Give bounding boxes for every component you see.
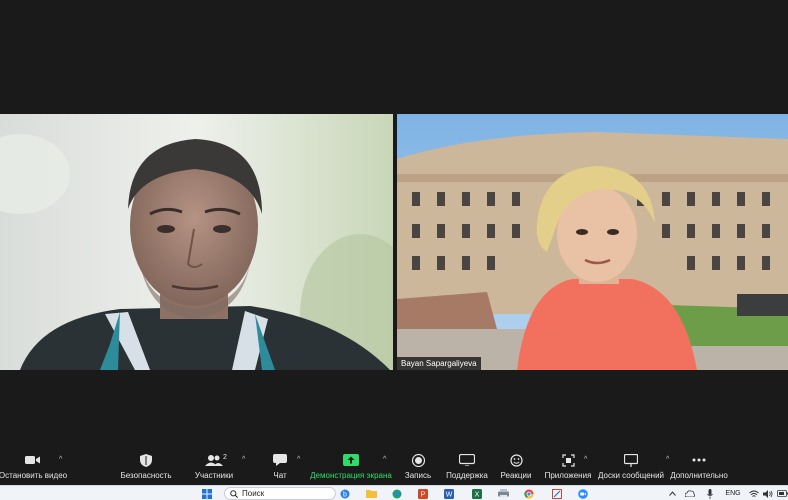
- volume-icon[interactable]: [762, 487, 774, 500]
- video-tile-participant-1[interactable]: [0, 114, 393, 370]
- bing-icon[interactable]: b: [338, 487, 352, 500]
- powerpoint-icon[interactable]: P: [416, 487, 430, 500]
- participants-button[interactable]: Участники: [192, 450, 236, 485]
- chevron-up-icon[interactable]: ^: [242, 456, 245, 463]
- chevron-up-icon[interactable]: [667, 487, 677, 500]
- zoom-meeting-window: Bayan Sapargaliyeva Остановить видео ^ Б…: [0, 0, 788, 500]
- svg-text:W: W: [446, 491, 453, 498]
- chevron-up-icon[interactable]: ^: [666, 456, 669, 463]
- svg-text:X: X: [475, 491, 480, 498]
- chevron-up-icon[interactable]: ^: [297, 456, 300, 463]
- participant-count-badge: 2: [223, 454, 227, 461]
- wifi-icon[interactable]: [748, 487, 760, 500]
- participants-icon: [205, 450, 223, 470]
- windows-taskbar: Поиск b P W X ENG: [0, 485, 788, 500]
- cloud-icon[interactable]: [684, 487, 696, 500]
- more-dots-icon: [692, 450, 706, 470]
- word-icon[interactable]: W: [442, 487, 456, 500]
- snipping-tool-icon[interactable]: [550, 487, 564, 500]
- chat-button[interactable]: Чат: [270, 450, 290, 485]
- whiteboards-button[interactable]: Доски сообщений: [598, 450, 664, 485]
- zoom-app-icon[interactable]: [576, 487, 590, 500]
- search-placeholder: Поиск: [242, 489, 265, 498]
- chrome-icon[interactable]: [522, 487, 536, 500]
- battery-icon[interactable]: [776, 487, 788, 500]
- participant-1-video: [0, 114, 393, 370]
- stop-video-button[interactable]: Остановить видео: [0, 450, 67, 485]
- share-screen-icon: [343, 450, 359, 470]
- keyboard-language-indicator[interactable]: ENG: [722, 487, 744, 500]
- microphone-icon[interactable]: [704, 487, 716, 500]
- chat-icon: [273, 450, 287, 470]
- emoji-icon: [509, 450, 523, 470]
- meeting-toolbar: Остановить видео ^ Безопасность Участник…: [0, 450, 788, 485]
- file-explorer-icon[interactable]: [364, 487, 378, 500]
- video-tile-participant-2[interactable]: Bayan Sapargaliyeva: [397, 114, 788, 370]
- support-button[interactable]: Поддержка: [446, 450, 488, 485]
- search-icon: [230, 489, 238, 498]
- windows-start-icon[interactable]: [200, 487, 214, 500]
- svg-text:b: b: [343, 491, 347, 498]
- shield-icon: [140, 450, 152, 470]
- more-button[interactable]: Дополнительно: [670, 450, 728, 485]
- whiteboard-icon: [624, 450, 638, 470]
- support-icon: [459, 450, 475, 470]
- video-camera-icon: [25, 450, 41, 470]
- edge-icon[interactable]: [390, 487, 404, 500]
- excel-icon[interactable]: X: [470, 487, 484, 500]
- taskbar-search-input[interactable]: Поиск: [224, 487, 336, 500]
- apps-icon: [561, 450, 575, 470]
- printer-icon[interactable]: [496, 487, 510, 500]
- chevron-up-icon[interactable]: ^: [383, 456, 386, 463]
- security-button[interactable]: Безопасность: [120, 450, 172, 485]
- svg-text:P: P: [421, 491, 426, 498]
- participant-2-video: [397, 114, 788, 370]
- reactions-button[interactable]: Реакции: [500, 450, 532, 485]
- chevron-up-icon[interactable]: ^: [584, 456, 587, 463]
- share-screen-button[interactable]: Демонстрация экрана: [310, 450, 392, 485]
- chevron-up-icon[interactable]: ^: [59, 456, 62, 463]
- record-icon: [411, 450, 425, 470]
- participant-name-tag: Bayan Sapargaliyeva: [397, 357, 481, 370]
- record-button[interactable]: Запись: [403, 450, 433, 485]
